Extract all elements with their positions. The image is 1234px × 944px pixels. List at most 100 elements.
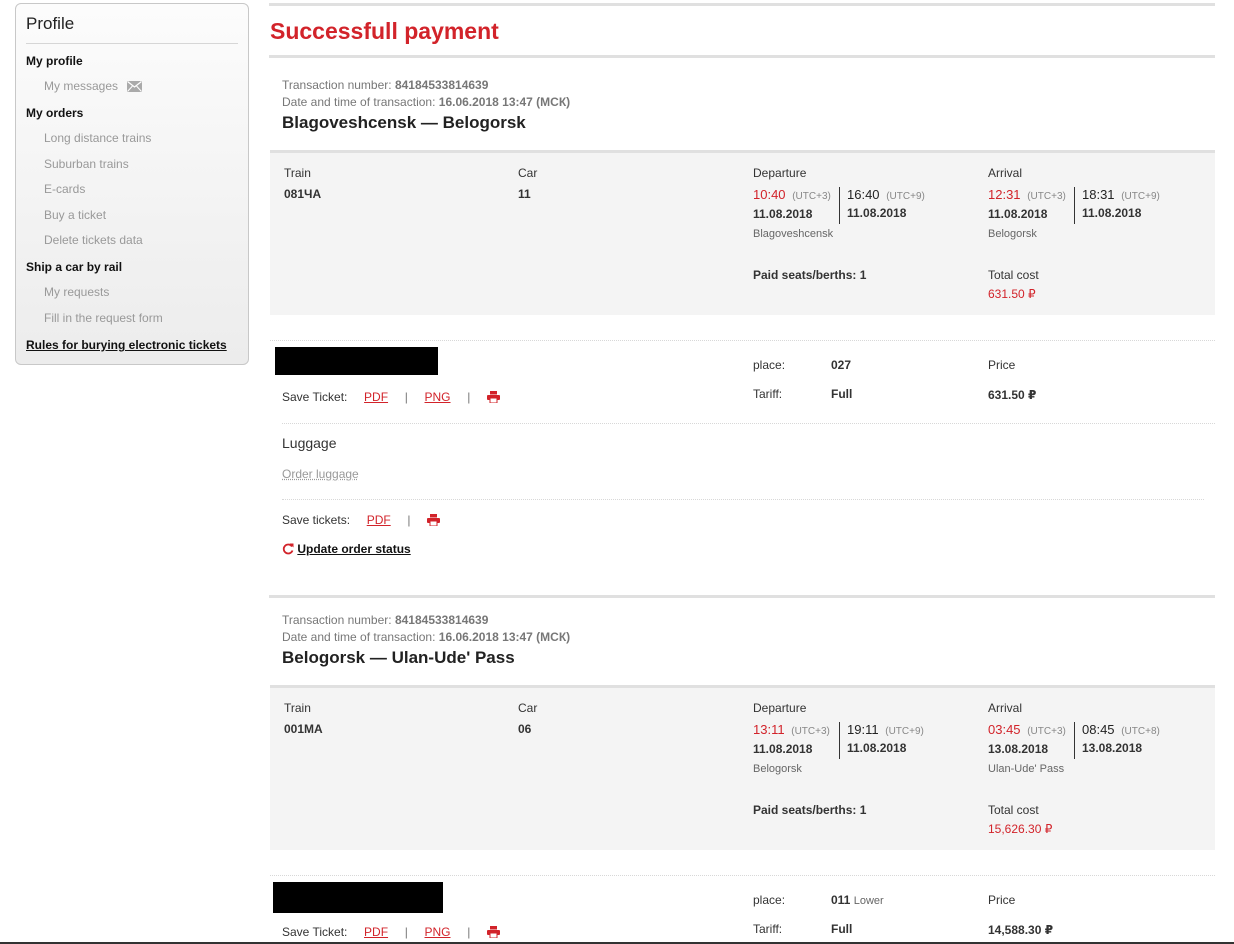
sidebar-item-my-messages[interactable]: My messages	[26, 79, 143, 95]
departure-time-local: 10:40 (UTC+3)	[753, 187, 831, 202]
envelope-icon	[127, 81, 143, 95]
departure-date-2: 11.08.2018	[847, 741, 907, 755]
page-title: Successfull payment	[270, 18, 499, 44]
place-value: 011 Lower	[831, 893, 884, 907]
route-title: Belogorsk — Ulan-Ude' Pass	[282, 648, 515, 667]
sidebar-title: Profile	[26, 14, 238, 44]
pdf-link[interactable]: PDF	[364, 925, 388, 939]
sidebar-item-my-requests[interactable]: My requests	[26, 285, 109, 299]
departure-city: Blagoveshcensk	[753, 228, 834, 240]
update-order-status-button[interactable]: Update order status	[282, 542, 411, 558]
printer-icon[interactable]	[427, 514, 441, 529]
sidebar-item-delete-data[interactable]: Delete tickets data	[26, 233, 143, 247]
departure-date-local: 11.08.2018	[753, 207, 813, 221]
divider	[282, 499, 1204, 500]
divider	[282, 423, 1215, 424]
sidebar-item-ship-car[interactable]: Ship a car by rail	[26, 260, 122, 274]
train-label: Train	[284, 701, 311, 715]
sidebar-item-long-distance[interactable]: Long distance trains	[26, 131, 151, 145]
png-link[interactable]: PNG	[425, 925, 451, 939]
sidebar-item-fill-form[interactable]: Fill in the request form	[26, 311, 163, 325]
place-label: place:	[753, 358, 786, 372]
total-cost-value: 631.50 ₽	[988, 287, 1036, 301]
car-label: Car	[518, 166, 538, 180]
train-number: 081ЧА	[284, 187, 322, 201]
total-cost-label: Total cost	[988, 803, 1039, 817]
departure-time-2: 16:40 (UTC+9)	[847, 187, 925, 202]
sidebar-item-label: My messages	[44, 79, 119, 93]
profile-sidebar: Profile My profile My messages My orders…	[15, 3, 249, 365]
order-divider	[269, 595, 1215, 598]
update-order-status-label: Update order status	[297, 542, 411, 556]
top-divider	[269, 3, 1215, 6]
departure-time-2: 19:11 (UTC+9)	[847, 722, 924, 737]
transaction-datetime: Date and time of transaction: 16.06.2018…	[282, 95, 571, 109]
arrival-date-2: 13.08.2018	[1082, 741, 1143, 755]
arrival-date-2: 11.08.2018	[1082, 206, 1142, 220]
sidebar-item-my-orders[interactable]: My orders	[26, 106, 83, 120]
price-label: Price	[988, 358, 1016, 372]
save-ticket-row: Save Ticket: PDF | PNG |	[282, 390, 500, 406]
printer-icon[interactable]	[487, 926, 500, 941]
separator	[839, 722, 840, 759]
route-title: Blagoveshcensk — Belogorsk	[282, 113, 526, 132]
car-number: 11	[518, 187, 531, 201]
pdf-link[interactable]: PDF	[367, 513, 391, 527]
departure-date-local: 11.08.2018	[753, 742, 813, 756]
title-divider	[269, 55, 1215, 58]
price-value: 14,588.30 ₽	[988, 923, 1054, 937]
price-value: 631.50 ₽	[988, 388, 1037, 402]
total-cost-value: 15,626.30 ₽	[988, 822, 1053, 836]
transaction-datetime: Date and time of transaction: 16.06.2018…	[282, 630, 571, 644]
arrival-label: Arrival	[988, 166, 1023, 180]
train-number: 001МА	[284, 722, 323, 736]
trip-details-panel	[270, 150, 1215, 315]
departure-time-local: 13:11 (UTC+3)	[753, 722, 830, 737]
transaction-number: Transaction number: 84184533814639	[282, 613, 489, 627]
sidebar-item-buy-ticket[interactable]: Buy a ticket	[26, 208, 106, 222]
save-ticket-row: Save Ticket: PDF | PNG |	[282, 925, 500, 941]
departure-city: Belogorsk	[753, 763, 802, 775]
redacted-passenger-name	[273, 882, 443, 913]
train-label: Train	[284, 166, 311, 180]
tariff-label: Tariff:	[753, 387, 783, 401]
separator	[1074, 187, 1075, 224]
png-link[interactable]: PNG	[425, 390, 451, 404]
sidebar-item-ecards[interactable]: E-cards	[26, 182, 85, 196]
total-cost-label: Total cost	[988, 268, 1039, 282]
paid-seats: Paid seats/berths: 1	[753, 803, 867, 817]
sidebar-item-suburban[interactable]: Suburban trains	[26, 157, 129, 171]
tariff-label: Tariff:	[753, 922, 783, 936]
paid-seats: Paid seats/berths: 1	[753, 268, 867, 282]
car-number: 06	[518, 722, 532, 736]
arrival-label: Arrival	[988, 701, 1023, 715]
arrival-time-2: 08:45 (UTC+8)	[1082, 722, 1160, 737]
transaction-number: Transaction number: 84184533814639	[282, 78, 489, 92]
tariff-value: Full	[831, 922, 853, 936]
save-tickets-row: Save tickets: PDF |	[282, 513, 441, 529]
departure-label: Departure	[753, 701, 807, 715]
arrival-time-2: 18:31 (UTC+9)	[1082, 187, 1160, 202]
arrival-city: Ulan-Ude' Pass	[988, 763, 1065, 775]
divider	[270, 340, 1215, 341]
arrival-date-local: 13.08.2018	[988, 742, 1049, 756]
separator	[1074, 722, 1075, 759]
pdf-link[interactable]: PDF	[364, 390, 388, 404]
printer-icon[interactable]	[487, 391, 500, 406]
car-label: Car	[518, 701, 538, 715]
arrival-date-local: 11.08.2018	[988, 207, 1048, 221]
place-label: place:	[753, 893, 786, 907]
arrival-time-local: 03:45 (UTC+3)	[988, 722, 1066, 737]
departure-date-2: 11.08.2018	[847, 206, 907, 220]
separator	[839, 187, 840, 224]
luggage-title: Luggage	[282, 435, 337, 451]
arrival-time-local: 12:31 (UTC+3)	[988, 187, 1066, 202]
divider	[270, 875, 1215, 876]
order-luggage-link[interactable]: Order luggage	[282, 467, 359, 481]
rules-link[interactable]: Rules for burying electronic tickets	[26, 338, 227, 352]
refresh-icon	[282, 543, 294, 558]
redacted-passenger-name	[275, 347, 438, 375]
tariff-value: Full	[831, 387, 853, 401]
departure-label: Departure	[753, 166, 807, 180]
sidebar-item-my-profile[interactable]: My profile	[26, 54, 83, 68]
